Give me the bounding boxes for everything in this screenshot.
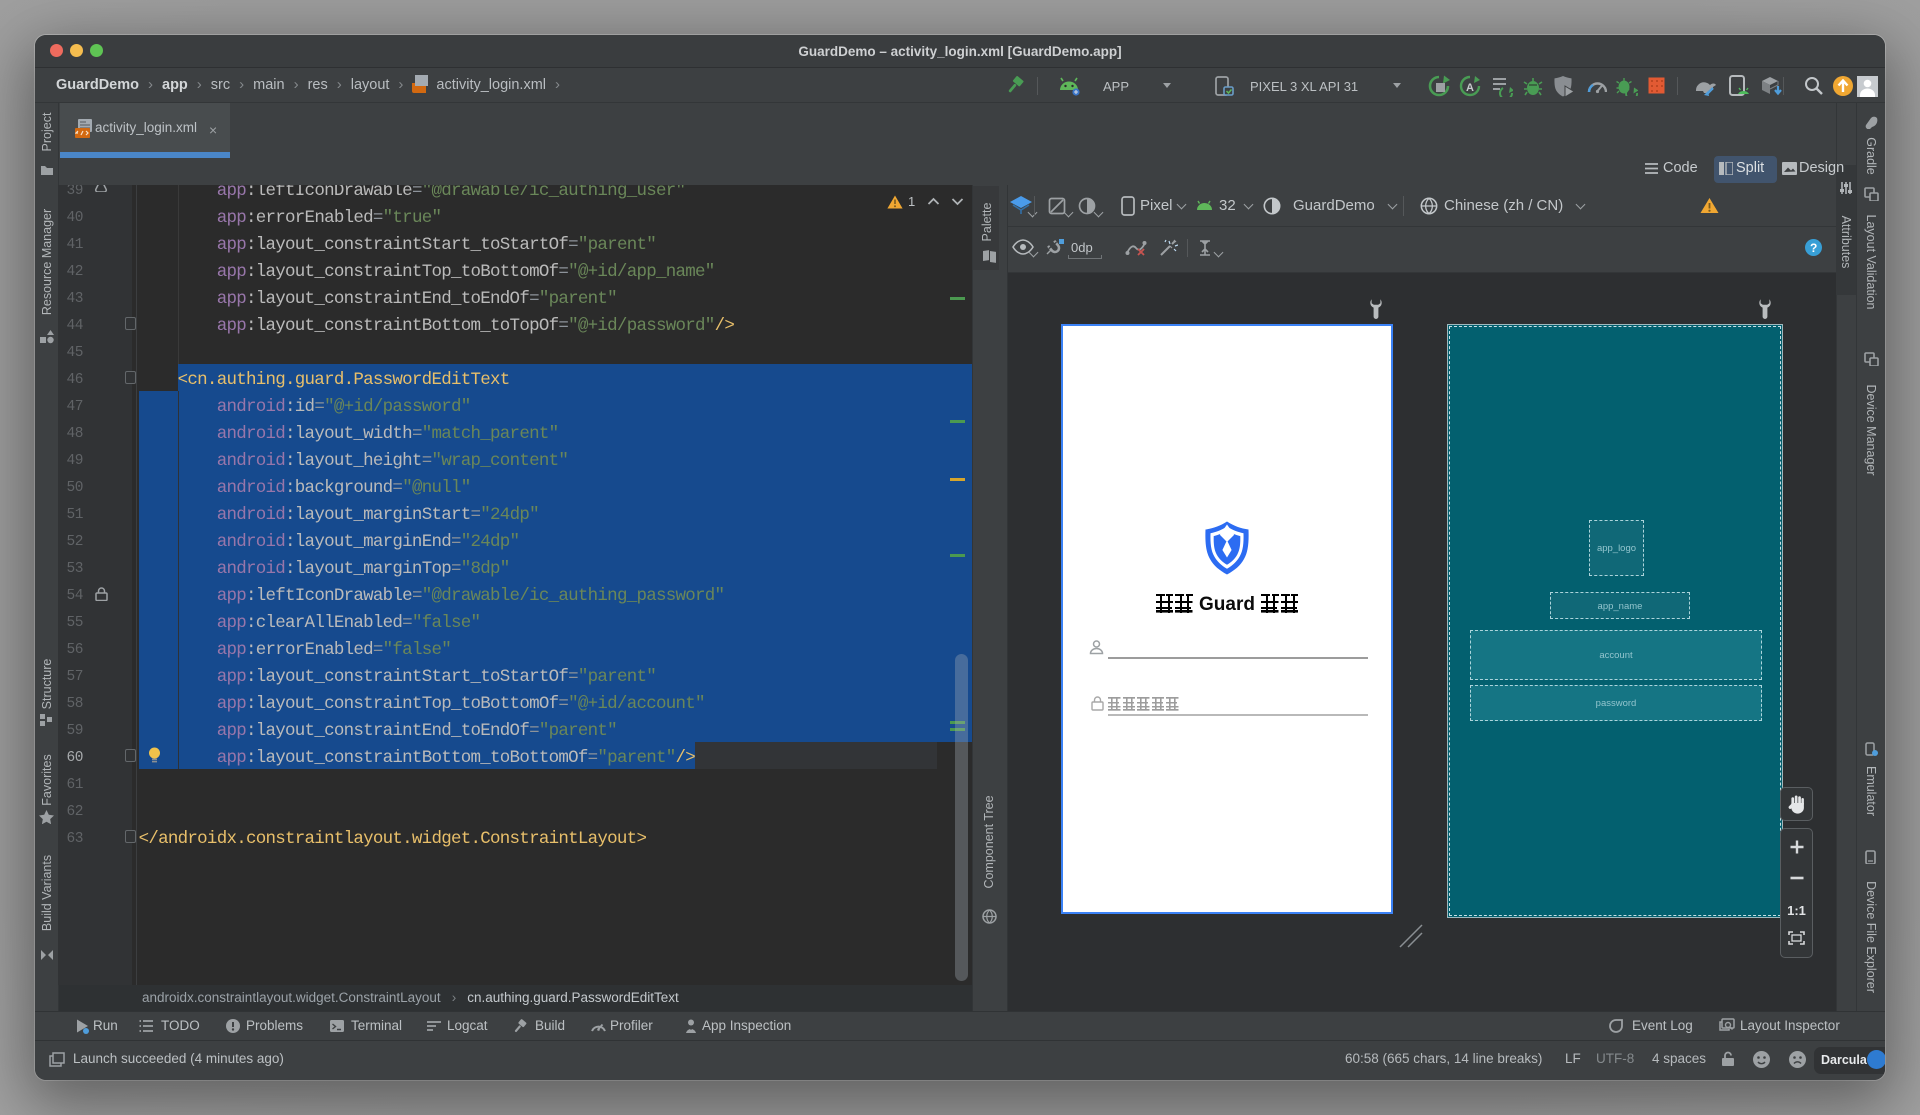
svg-text:?: ? xyxy=(1810,241,1817,255)
svg-text:A: A xyxy=(1466,82,1474,94)
